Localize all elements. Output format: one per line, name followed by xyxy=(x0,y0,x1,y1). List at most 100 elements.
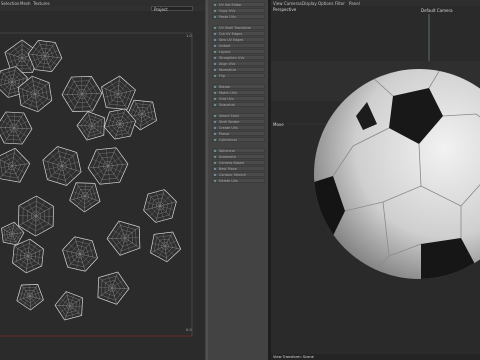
tool-item-layout[interactable]: Layout xyxy=(212,49,265,54)
uv-corner-bottom-label: 0.0 xyxy=(186,328,192,332)
tool-item-spherical[interactable]: Spherical xyxy=(212,148,265,153)
uv-shell[interactable] xyxy=(0,111,33,145)
tool-label: Create UVs xyxy=(219,126,238,130)
uv-shell[interactable] xyxy=(54,291,83,321)
tool-label: Flip xyxy=(219,74,225,78)
tool-icon xyxy=(214,115,216,117)
tool-icon xyxy=(214,174,216,176)
tool-icon xyxy=(214,127,216,129)
viewport-title: Perspective xyxy=(273,7,297,12)
tool-label: UV Shell Transform xyxy=(219,26,252,30)
uv-shells xyxy=(0,39,182,321)
uv-shell[interactable] xyxy=(42,146,82,186)
tool-item-sew-uv-edges[interactable]: Sew UV Edges xyxy=(212,37,265,42)
camera-label[interactable]: Default Camera xyxy=(421,8,453,13)
tool-item-snapshot[interactable]: Snapshot xyxy=(212,102,265,107)
uv-shell[interactable] xyxy=(69,182,101,213)
viewport-canvas[interactable] xyxy=(271,6,480,360)
tool-item-flip[interactable]: Flip xyxy=(212,73,265,78)
tool-label: Contour Stretch xyxy=(219,173,246,177)
tool-icon xyxy=(214,162,216,164)
uv-canvas[interactable] xyxy=(0,6,205,360)
axis-label: Move xyxy=(273,122,284,127)
tool-item-match-uvs[interactable]: Match UVs xyxy=(212,90,265,95)
tool-item-cut-uv-edges[interactable]: Cut UV Edges xyxy=(212,31,265,36)
tool-icon xyxy=(214,33,216,35)
tool-icon xyxy=(214,92,216,94)
tool-item-create-uvs[interactable]: Create UVs xyxy=(212,125,265,130)
tool-label: Best Plane xyxy=(219,167,237,171)
tool-item-contour-stretch[interactable]: Contour Stretch xyxy=(212,172,265,177)
tool-item-copy-uvs[interactable]: Copy UVs xyxy=(212,8,265,13)
tool-item-planar[interactable]: Planar xyxy=(212,131,265,136)
tool-item-shell-border[interactable]: Shell Border xyxy=(212,119,265,124)
tool-item-delete-uvs[interactable]: Delete UVs xyxy=(212,178,265,183)
tool-label: Cut UV Edges xyxy=(219,32,243,36)
tool-label: Shell Border xyxy=(219,120,240,124)
tool-icon xyxy=(214,69,216,71)
tool-item-rotate[interactable]: Rotate xyxy=(212,84,265,89)
uv-shell[interactable] xyxy=(101,75,136,110)
tool-label: Automatic xyxy=(219,155,237,159)
tool-label: Cylindrical xyxy=(219,138,237,142)
panel-scrollbar[interactable] xyxy=(206,0,208,360)
tool-label: Planar xyxy=(219,132,230,136)
uv-shell[interactable] xyxy=(62,236,98,272)
uv-shell[interactable] xyxy=(61,75,103,113)
tool-label: Rotate xyxy=(219,85,231,89)
tool-icon xyxy=(214,57,216,59)
tool-icon xyxy=(214,156,216,158)
tool-icon xyxy=(214,168,216,170)
uv-shell[interactable] xyxy=(16,284,44,311)
tool-icon xyxy=(214,39,216,41)
tool-label: UV Set Editor xyxy=(219,3,242,7)
tool-icon xyxy=(214,51,216,53)
tool-item-automatic[interactable]: Automatic xyxy=(212,154,265,159)
tool-item-normalize[interactable]: Normalize xyxy=(212,67,265,72)
tool-icon xyxy=(214,75,216,77)
tool-item-paste-uvs[interactable]: Paste UVs xyxy=(212,14,265,19)
tool-label: Grid UVs xyxy=(219,97,234,101)
tool-item-select-shell[interactable]: Select Shell xyxy=(212,113,265,118)
tool-icon xyxy=(214,133,216,135)
status-text: View Transform: Scene xyxy=(273,355,314,359)
tool-label: Select Shell xyxy=(219,114,239,118)
tool-item-grid-uvs[interactable]: Grid UVs xyxy=(212,96,265,101)
soccer-ball[interactable] xyxy=(301,68,480,324)
tool-label: Layout xyxy=(219,50,231,54)
tool-icon xyxy=(214,45,216,47)
tool-icon xyxy=(214,10,216,12)
tool-item-straighten-uvs[interactable]: Straighten UVs xyxy=(212,55,265,60)
tool-icon xyxy=(214,98,216,100)
tool-label: Spherical xyxy=(219,149,235,153)
tool-item-uv-set-editor[interactable]: UV Set Editor xyxy=(212,2,265,7)
tool-item-best-plane[interactable]: Best Plane xyxy=(212,166,265,171)
uv-corner-top-label: 1.0 xyxy=(186,34,192,38)
tool-item-cylindrical[interactable]: Cylindrical xyxy=(212,137,265,142)
tool-icon xyxy=(214,27,216,29)
tool-icon xyxy=(214,104,216,106)
tool-item-unfold[interactable]: Unfold xyxy=(212,43,265,48)
perspective-viewport[interactable]: Perspective Default Camera Move xyxy=(271,6,480,360)
black-patch xyxy=(327,274,373,279)
tool-icon xyxy=(214,4,216,6)
uv-shell[interactable] xyxy=(87,147,129,185)
uv-shell[interactable] xyxy=(106,220,141,256)
tool-item-uv-shell-transform[interactable]: UV Shell Transform xyxy=(212,25,265,30)
uv-shell[interactable] xyxy=(0,147,31,183)
tool-label: Match UVs xyxy=(219,91,237,95)
uv-shell[interactable] xyxy=(143,189,177,223)
uv-shell[interactable] xyxy=(76,111,105,141)
projection-value: Project xyxy=(154,7,168,12)
uv-shell[interactable] xyxy=(150,231,182,263)
uv-editor-panel[interactable]: Project 1.0 0.0 xyxy=(0,6,205,360)
uv-shell[interactable] xyxy=(18,195,54,237)
tool-icon xyxy=(214,180,216,182)
uv-shell[interactable] xyxy=(97,271,130,305)
tool-item-camera-based[interactable]: Camera Based xyxy=(212,160,265,165)
tool-label: Camera Based xyxy=(219,161,244,165)
tool-label: Normalize xyxy=(219,68,237,72)
tool-icon xyxy=(214,63,216,65)
projection-dropdown[interactable]: Project xyxy=(151,6,193,12)
tool-item-align-uvs[interactable]: Align UVs xyxy=(212,61,265,66)
